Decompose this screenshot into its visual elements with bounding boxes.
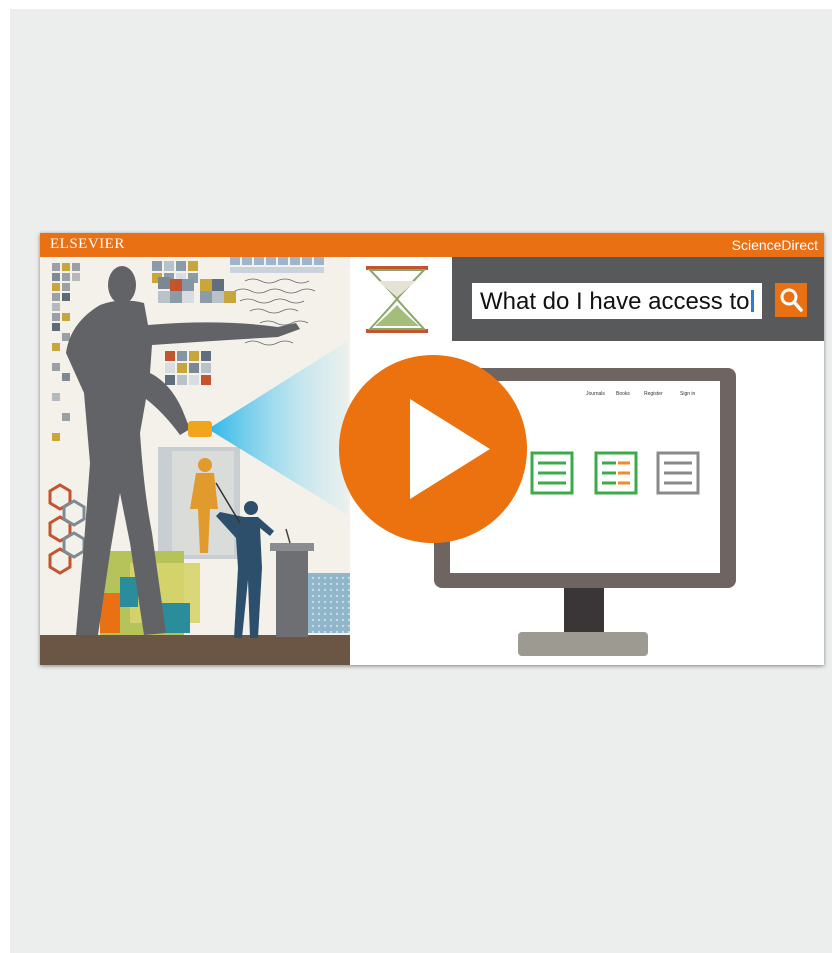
screen-nav-register: Register xyxy=(644,391,663,397)
video-player[interactable]: ELSEVIER ScienceDirect What do I have ac… xyxy=(40,233,824,665)
play-icon xyxy=(410,399,490,499)
search-query-text: What do I have access to xyxy=(480,288,755,316)
text-cursor xyxy=(751,290,755,312)
screen-nav-journals: Journals xyxy=(586,391,605,397)
search-query-value: What do I have access to xyxy=(480,288,750,315)
screen-nav-books: Books xyxy=(616,391,630,397)
sciencedirect-logo: ScienceDirect xyxy=(731,237,818,253)
search-box: What do I have access to xyxy=(472,283,762,319)
search-icon xyxy=(775,283,807,317)
elsevier-logo: ELSEVIER xyxy=(50,236,125,252)
play-button[interactable] xyxy=(339,355,527,543)
screen-nav-sign-in: Sign in xyxy=(680,391,696,397)
video-top-bar: ELSEVIER ScienceDirect xyxy=(40,233,824,257)
